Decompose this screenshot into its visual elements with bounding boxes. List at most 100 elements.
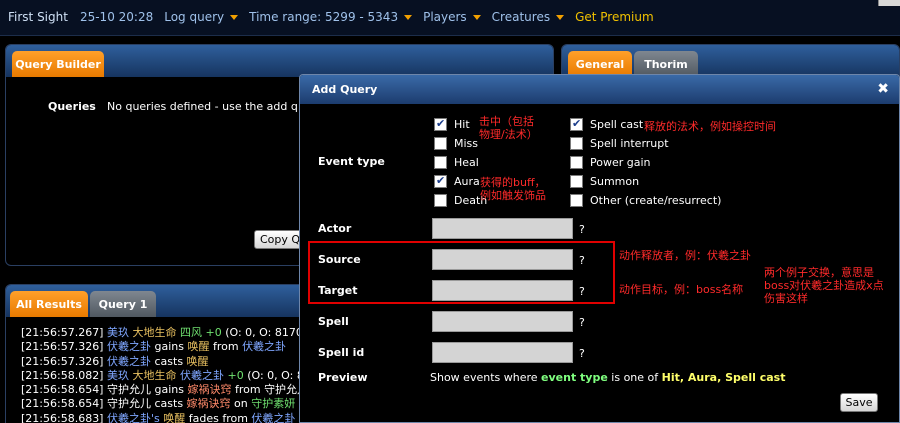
log-token: 唤醒: [187, 340, 210, 354]
log-token: 伏羲之卦: [179, 368, 228, 382]
nav-label: First Sight: [8, 10, 68, 24]
log-token: 四风: [179, 326, 206, 339]
checkbox[interactable]: [570, 194, 583, 207]
log-token: +0: [205, 326, 222, 339]
help-icon[interactable]: ?: [579, 316, 585, 329]
log-token: 美玖: [103, 326, 133, 339]
preview-values: Hit, Aura, Spell cast: [661, 371, 786, 384]
checkbox[interactable]: [434, 156, 447, 169]
nav-label: Creatures: [491, 10, 551, 24]
log-timestamp: [21:56:57.326]: [21, 340, 104, 354]
chevron-down-icon: [556, 14, 565, 20]
log-timestamp: [21:56:57.267]: [21, 326, 104, 339]
checkbox[interactable]: [434, 194, 447, 207]
chevron-down-icon: [404, 14, 413, 20]
log-token: 伏羲之卦: [103, 340, 151, 354]
annotation-target: 动作目标，例：boss名称: [619, 283, 744, 296]
log-line: [21:56:57.326] 伏羲之卦 gains 唤醒 from 伏羲之卦: [21, 340, 318, 354]
annotation-hit: 击中（包括 物理/法术）: [479, 115, 538, 141]
tab-all-results[interactable]: All Results: [10, 291, 88, 317]
save-button[interactable]: Save: [840, 393, 878, 412]
dialog-title: Add Query: [312, 83, 378, 96]
panel-header: General Thorim: [562, 45, 899, 77]
checkbox[interactable]: [434, 137, 447, 150]
event-type-option[interactable]: Other (create/resurrect): [570, 194, 721, 207]
source-target-highlight: [308, 241, 615, 304]
log-token: (O: 0, O: 8170): [221, 326, 308, 339]
spell-id-input[interactable]: [432, 342, 573, 363]
nav-get-premium[interactable]: Get Premium: [575, 10, 654, 24]
nav-label: Time range: 5299 - 5343: [249, 10, 399, 24]
log-token: 唤醒: [186, 354, 209, 368]
window-corner: [878, 0, 900, 6]
help-icon[interactable]: ?: [579, 223, 585, 236]
log-token: 大地生命: [132, 368, 180, 382]
nav-players[interactable]: Players: [423, 10, 481, 24]
event-type-option[interactable]: Miss: [434, 137, 478, 150]
actor-input[interactable]: [432, 218, 573, 239]
close-icon[interactable]: ✖: [877, 81, 889, 97]
log-token: 守护允儿: [103, 397, 151, 411]
annotation-source: 动作释放者，例：伏羲之卦: [619, 249, 751, 262]
checkbox-label: Summon: [590, 175, 640, 188]
annotation-spell-cast: 释放的法术，例如操控时间: [644, 120, 776, 133]
nav-label: Get Premium: [575, 10, 654, 24]
nav-menu: First Sight 25-10 20:28 Log query Time rang…: [8, 10, 665, 24]
spell-input[interactable]: [432, 311, 573, 332]
log-token: casts: [150, 397, 187, 411]
log-line: [21:56:57.326] 伏羲之卦 casts 唤醒: [21, 355, 318, 369]
help-icon[interactable]: ?: [579, 347, 585, 360]
tab-query-builder[interactable]: Query Builder: [12, 51, 104, 77]
log-timestamp: [21:56:58.654]: [21, 397, 104, 411]
event-type-option[interactable]: Power gain: [570, 156, 651, 169]
nav-log-query[interactable]: Log query: [164, 10, 239, 24]
nav-label: 25-10 20:28: [79, 10, 154, 24]
log-timestamp: [21:56:57.326]: [21, 354, 104, 368]
tab-query-1[interactable]: Query 1: [90, 291, 156, 317]
checkbox[interactable]: [570, 156, 583, 169]
panel-header: Query Builder: [6, 45, 553, 77]
log-token: gains: [150, 383, 188, 397]
nav-label: Log query: [164, 10, 225, 24]
log-token: 伏羲之卦's: [103, 411, 164, 423]
event-type-option[interactable]: Spell interrupt: [570, 137, 669, 150]
checkbox-label: Hit: [454, 118, 470, 131]
checkbox-label: Heal: [454, 156, 479, 169]
log-token: 守护素妍: [251, 397, 296, 411]
event-type-option[interactable]: Heal: [434, 156, 479, 169]
checkbox[interactable]: [434, 174, 447, 188]
event-type-option[interactable]: Aura: [434, 174, 480, 188]
chevron-down-icon: [472, 14, 481, 20]
log-timestamp: [21:56:58.082]: [21, 368, 104, 382]
log-timestamp: [21:56:58.654]: [21, 383, 104, 397]
checkbox[interactable]: [434, 117, 447, 131]
checkbox-label: Miss: [454, 137, 479, 150]
event-type-option[interactable]: Summon: [570, 175, 639, 188]
log-line: [21:56:58.082] 美玖 大地生命 伏羲之卦 +0 (O: 0, O:…: [21, 369, 318, 383]
queries-label: Queries: [48, 100, 96, 113]
log-token: 伏羲之卦: [242, 340, 287, 354]
event-type-option[interactable]: Hit: [434, 117, 470, 131]
nav-time-range-5299-5343[interactable]: Time range: 5299 - 5343: [249, 10, 413, 24]
log-token: casts: [150, 354, 187, 368]
checkbox-label: Spell cast: [590, 118, 644, 131]
log-token: 大地生命: [132, 326, 180, 339]
checkbox-label: Aura: [454, 175, 480, 188]
spell-id-label: Spell id: [318, 346, 365, 359]
checkbox[interactable]: [570, 175, 583, 188]
annotation-swap: 两个例子交换，意思是 boss对伏羲之卦造成x点 伤害这样: [764, 266, 884, 305]
checkbox-label: Power gain: [590, 156, 651, 169]
dialog-header: Add Query ✖: [300, 75, 899, 104]
event-type-option[interactable]: Spell cast: [570, 117, 644, 131]
checkbox[interactable]: [570, 117, 583, 131]
checkbox[interactable]: [570, 137, 583, 150]
nav-creatures[interactable]: Creatures: [491, 10, 565, 24]
top-navigation: First Sight 25-10 20:28 Log query Time rang…: [0, 0, 900, 36]
nav-25-10-20-28: 25-10 20:28: [80, 10, 153, 24]
log-token: on: [230, 397, 252, 411]
log-line: [21:56:58.683] 伏羲之卦's 唤醒 fades from 伏羲之卦: [21, 412, 318, 423]
log-token: 守护允儿: [103, 383, 151, 397]
log-token: +0: [227, 368, 244, 382]
checkbox-label: Spell interrupt: [590, 137, 669, 150]
log-line: [21:56:57.267] 美玖 大地生命 四风 +0 (O: 0, O: 8…: [21, 326, 318, 340]
